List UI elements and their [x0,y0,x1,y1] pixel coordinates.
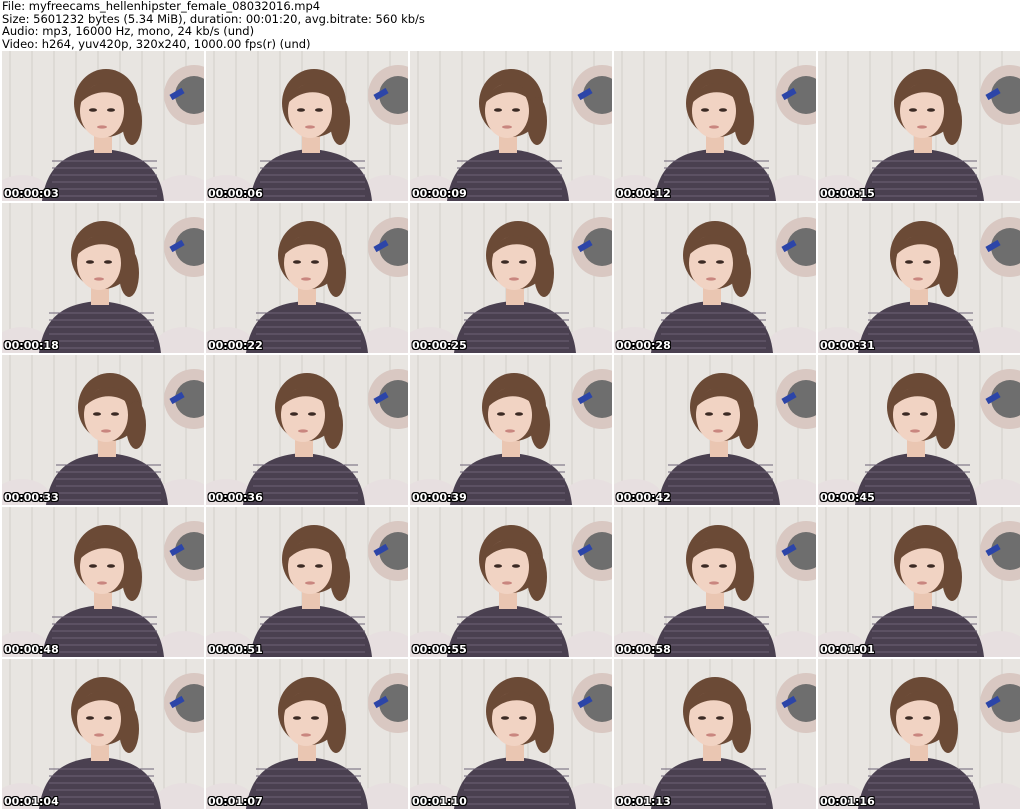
frame-timestamp: 00:00:39 [412,491,467,504]
video-thumbnail: 00:01:13 [614,659,816,809]
frame-timestamp: 00:00:06 [208,187,263,200]
video-thumbnail: 00:00:03 [2,51,204,201]
frame-image [410,659,612,809]
frame-image [206,507,408,657]
frame-timestamp: 00:00:15 [820,187,875,200]
video-thumbnail: 00:00:28 [614,203,816,353]
video-thumbnail: 00:01:01 [818,507,1020,657]
video-thumbnail: 00:00:42 [614,355,816,505]
video-thumbnail: 00:00:45 [818,355,1020,505]
frame-image [2,355,204,505]
frame-image [614,51,816,201]
frame-image [206,355,408,505]
video-thumbnail: 00:01:07 [206,659,408,809]
video-thumbnail: 00:00:15 [818,51,1020,201]
frame-timestamp: 00:00:31 [820,339,875,352]
video-thumbnail: 00:00:58 [614,507,816,657]
video-thumbnail: 00:00:36 [206,355,408,505]
frame-image [410,51,612,201]
frame-image [818,659,1020,809]
frame-timestamp: 00:00:36 [208,491,263,504]
video-thumbnail: 00:00:31 [818,203,1020,353]
frame-image [410,507,612,657]
video-thumbnail: 00:00:06 [206,51,408,201]
file-name-line: File: myfreecams_hellenhipster_female_08… [2,0,321,13]
video-thumbnail: 00:00:22 [206,203,408,353]
frame-timestamp: 00:00:18 [4,339,59,352]
frame-timestamp: 00:00:58 [616,643,671,656]
frame-timestamp: 00:01:07 [208,795,263,808]
frame-timestamp: 00:00:55 [412,643,467,656]
video-thumbnail: 00:00:55 [410,507,612,657]
frame-timestamp: 00:01:13 [616,795,671,808]
frame-timestamp: 00:01:16 [820,795,875,808]
frame-image [206,203,408,353]
video-thumbnail: 00:01:04 [2,659,204,809]
frame-timestamp: 00:00:42 [616,491,671,504]
audio-info-line: Audio: mp3, 16000 Hz, mono, 24 kb/s (und… [2,24,255,38]
frame-timestamp: 00:00:51 [208,643,263,656]
video-info-line: Video: h264, yuv420p, 320x240, 1000.00 f… [2,36,311,51]
video-thumbnail: 00:00:09 [410,51,612,201]
video-thumbnail: 00:00:18 [2,203,204,353]
frame-timestamp: 00:00:33 [4,491,59,504]
frame-image [614,507,816,657]
frame-timestamp: 00:00:22 [208,339,263,352]
frame-image [206,659,408,809]
frame-timestamp: 00:00:09 [412,187,467,200]
video-thumbnail: 00:00:33 [2,355,204,505]
frame-image [410,203,612,353]
frame-timestamp: 00:00:45 [820,491,875,504]
frame-timestamp: 00:00:12 [616,187,671,200]
frame-image [818,51,1020,201]
frame-image [206,51,408,201]
frame-image [2,51,204,201]
frame-image [2,203,204,353]
frame-image [818,507,1020,657]
video-thumbnail: 00:01:10 [410,659,612,809]
frame-timestamp: 00:01:01 [820,643,875,656]
frame-timestamp: 00:00:28 [616,339,671,352]
frame-image [818,355,1020,505]
frame-timestamp: 00:01:10 [412,795,467,808]
frame-image [614,659,816,809]
video-thumbnail: 00:00:48 [2,507,204,657]
video-thumbnail: 00:00:25 [410,203,612,353]
frame-timestamp: 00:00:03 [4,187,59,200]
frame-timestamp: 00:00:48 [4,643,59,656]
video-thumbnail: 00:00:51 [206,507,408,657]
video-thumbnail: 00:00:12 [614,51,816,201]
frame-image [614,203,816,353]
video-thumbnail: 00:01:16 [818,659,1020,809]
frame-image [818,203,1020,353]
video-thumbnail: 00:00:39 [410,355,612,505]
frame-timestamp: 00:00:25 [412,339,467,352]
frame-image [614,355,816,505]
thumbnail-grid: 00:00:03 00:00:06 00:00:09 00:00:12 00:00:15… [0,51,1024,811]
frame-image [2,507,204,657]
file-info-header: File: myfreecams_hellenhipster_female_08… [2,0,1022,50]
frame-image [2,659,204,809]
frame-image [410,355,612,505]
frame-timestamp: 00:01:04 [4,795,59,808]
